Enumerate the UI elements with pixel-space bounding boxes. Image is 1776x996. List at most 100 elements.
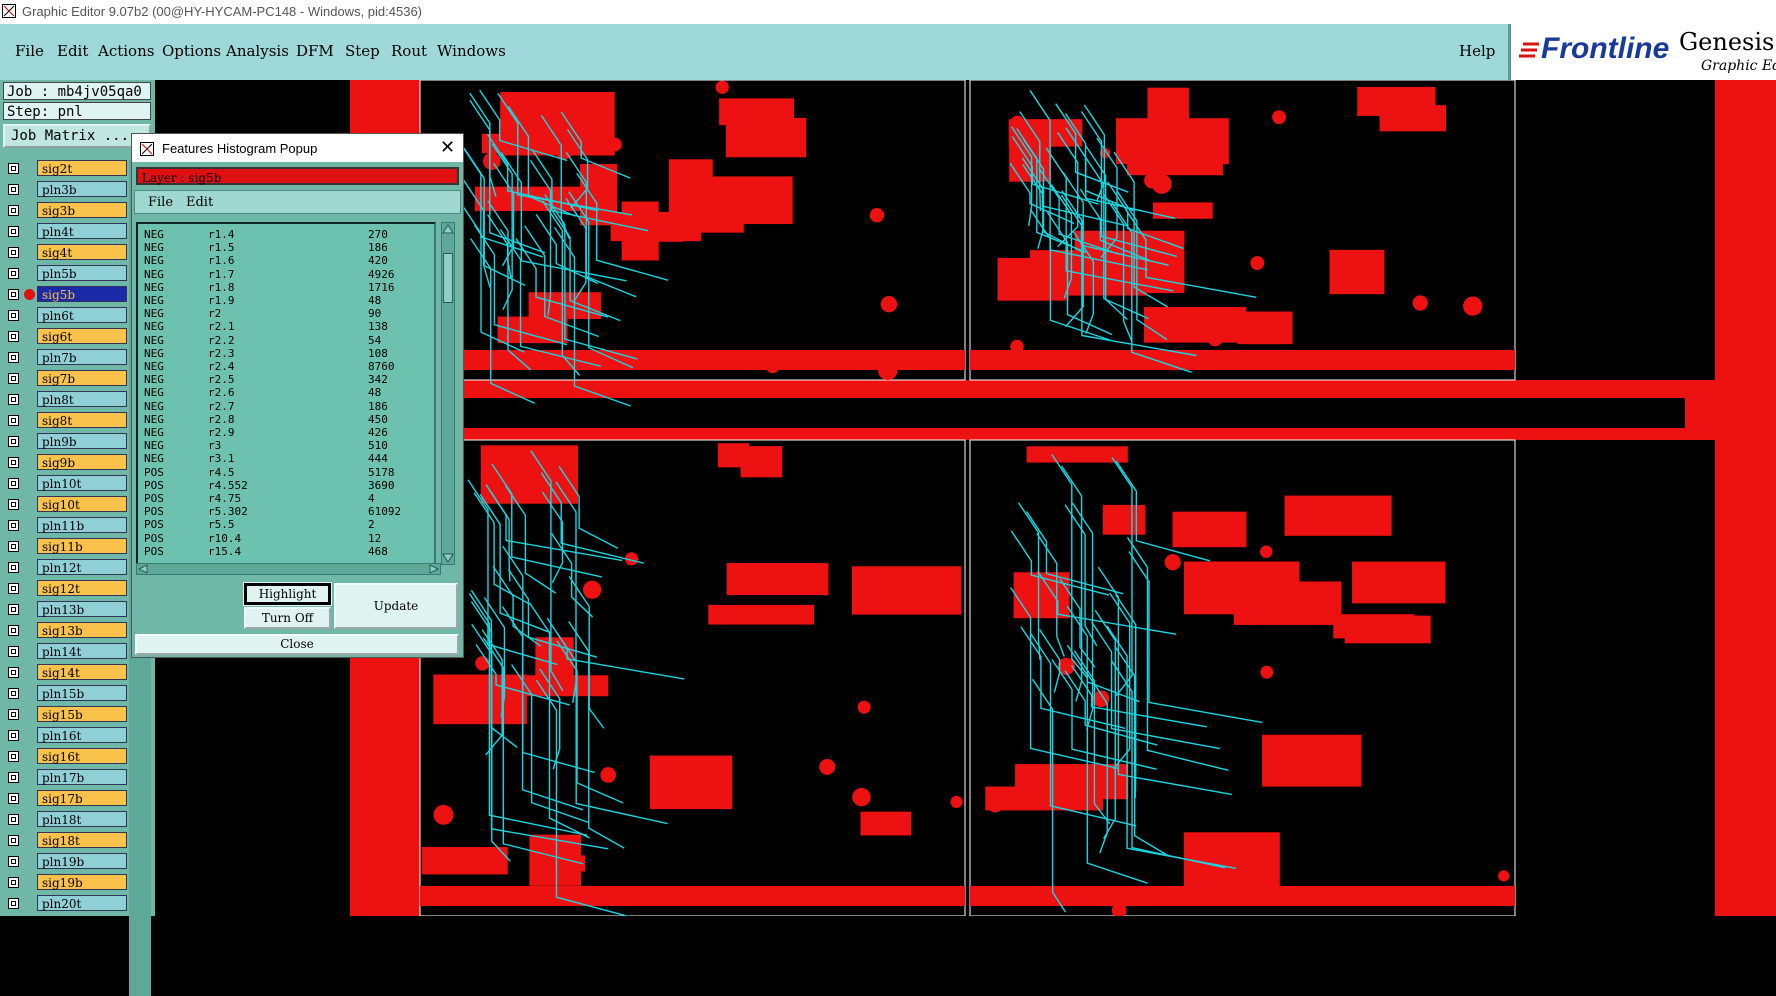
layer-name[interactable]: sig18t <box>37 832 127 848</box>
layer-row[interactable]: pln15b <box>4 685 127 702</box>
layer-checkbox[interactable] <box>8 730 19 741</box>
layer-checkbox[interactable] <box>8 541 19 552</box>
menu-edit[interactable]: Edit <box>57 42 88 60</box>
layer-checkbox[interactable] <box>8 268 19 279</box>
scroll-down-arrow-icon[interactable] <box>442 553 454 563</box>
layer-row[interactable]: sig15b <box>4 706 127 723</box>
close-button[interactable]: Close <box>135 634 459 655</box>
layer-name[interactable]: pln15b <box>37 685 127 701</box>
layer-checkbox[interactable] <box>8 457 19 468</box>
layer-row[interactable]: pln14t <box>4 643 127 660</box>
menu-analysis[interactable]: Analysis <box>226 42 289 60</box>
layer-name[interactable]: pln12t <box>37 559 127 575</box>
layer-name[interactable]: pln11b <box>37 517 127 533</box>
layer-checkbox[interactable] <box>8 415 19 426</box>
layer-name[interactable]: sig17b <box>37 790 127 806</box>
layer-checkbox[interactable] <box>8 394 19 405</box>
layer-name[interactable]: pln8t <box>37 391 127 407</box>
layer-checkbox[interactable] <box>8 814 19 825</box>
layer-checkbox[interactable] <box>8 751 19 762</box>
scroll-right-arrow-icon[interactable] <box>429 564 439 574</box>
layer-name[interactable]: sig12t <box>37 580 127 596</box>
layer-name[interactable]: sig3b <box>37 202 127 218</box>
layer-row[interactable]: pln10t <box>4 475 127 492</box>
layer-name[interactable]: pln18t <box>37 811 127 827</box>
layer-checkbox[interactable] <box>8 688 19 699</box>
layer-name[interactable]: pln13b <box>37 601 127 617</box>
layer-checkbox[interactable] <box>8 835 19 846</box>
layer-row[interactable]: sig13b <box>4 622 127 639</box>
layer-name[interactable]: pln5b <box>37 265 127 281</box>
layer-row[interactable]: sig4t <box>4 244 127 261</box>
layer-name[interactable]: sig16t <box>37 748 127 764</box>
layer-name[interactable]: pln20t <box>37 895 127 911</box>
layer-row[interactable]: sig6t <box>4 328 127 345</box>
layer-name[interactable]: sig19b <box>37 874 127 890</box>
layer-name[interactable]: sig9b <box>37 454 127 470</box>
layer-name[interactable]: sig11b <box>37 538 127 554</box>
menu-actions[interactable]: Actions <box>98 42 154 60</box>
layer-name[interactable]: pln10t <box>37 475 127 491</box>
layer-row[interactable]: sig18t <box>4 832 127 849</box>
menu-file[interactable]: File <box>15 42 44 60</box>
layer-checkbox[interactable] <box>8 520 19 531</box>
layer-checkbox[interactable] <box>8 604 19 615</box>
popup-menu-edit[interactable]: Edit <box>186 195 213 210</box>
layer-row[interactable]: sig12t <box>4 580 127 597</box>
layer-checkbox[interactable] <box>8 289 19 300</box>
layer-checkbox[interactable] <box>8 478 19 489</box>
layer-checkbox[interactable] <box>8 856 19 867</box>
layer-row[interactable]: sig3b <box>4 202 127 219</box>
layer-checkbox[interactable] <box>8 625 19 636</box>
layer-name[interactable]: pln3b <box>37 181 127 197</box>
layer-checkbox[interactable] <box>8 331 19 342</box>
layer-row[interactable]: pln9b <box>4 433 127 450</box>
layer-row[interactable]: pln17b <box>4 769 127 786</box>
layer-row[interactable]: pln4t <box>4 223 127 240</box>
layer-name[interactable]: sig2t <box>37 160 127 176</box>
layer-name[interactable]: sig14t <box>37 664 127 680</box>
layer-row[interactable]: pln16t <box>4 727 127 744</box>
menu-help[interactable]: Help <box>1459 42 1495 60</box>
scroll-left-arrow-icon[interactable] <box>138 564 148 574</box>
layer-row[interactable]: sig16t <box>4 748 127 765</box>
histogram-list[interactable]: NEG r1.4 270 NEG r1.5 186 NEG r1.6 420 NEG r1.7 492… <box>136 222 436 565</box>
layer-row[interactable]: sig2t <box>4 160 127 177</box>
layer-checkbox[interactable] <box>8 646 19 657</box>
menu-options[interactable]: Options <box>162 42 221 60</box>
layer-checkbox[interactable] <box>8 562 19 573</box>
layer-name[interactable]: sig13b <box>37 622 127 638</box>
scroll-up-arrow-icon[interactable] <box>442 224 454 234</box>
layer-name[interactable]: pln17b <box>37 769 127 785</box>
layer-checkbox[interactable] <box>8 793 19 804</box>
turn-off-button[interactable]: Turn Off <box>244 607 331 629</box>
layer-checkbox[interactable] <box>8 772 19 783</box>
layer-name[interactable]: sig5b <box>37 286 127 302</box>
layer-row[interactable]: pln18t <box>4 811 127 828</box>
popup-menu-file[interactable]: File <box>148 195 173 210</box>
layer-row[interactable]: pln13b <box>4 601 127 618</box>
layer-checkbox[interactable] <box>8 247 19 258</box>
update-button[interactable]: Update <box>334 583 458 629</box>
layer-name[interactable]: pln4t <box>37 223 127 239</box>
layer-name[interactable]: sig7b <box>37 370 127 386</box>
layer-row[interactable]: sig7b <box>4 370 127 387</box>
layer-checkbox[interactable] <box>8 163 19 174</box>
histogram-vscroll[interactable] <box>441 222 455 565</box>
layer-checkbox[interactable] <box>8 205 19 216</box>
layer-checkbox[interactable] <box>8 310 19 321</box>
layer-row[interactable]: pln7b <box>4 349 127 366</box>
layer-row[interactable]: sig9b <box>4 454 127 471</box>
layer-name[interactable]: pln16t <box>37 727 127 743</box>
layer-checkbox[interactable] <box>8 352 19 363</box>
layer-row[interactable]: pln3b <box>4 181 127 198</box>
layer-checkbox[interactable] <box>8 667 19 678</box>
job-matrix-button[interactable]: Job Matrix ... <box>3 124 151 148</box>
layer-checkbox[interactable] <box>8 499 19 510</box>
close-icon[interactable]: ✕ <box>440 137 455 158</box>
layer-checkbox[interactable] <box>8 373 19 384</box>
menu-dfm[interactable]: DFM <box>296 42 334 60</box>
layer-row[interactable]: pln6t <box>4 307 127 324</box>
layer-name[interactable]: sig8t <box>37 412 127 428</box>
layer-name[interactable]: pln19b <box>37 853 127 869</box>
